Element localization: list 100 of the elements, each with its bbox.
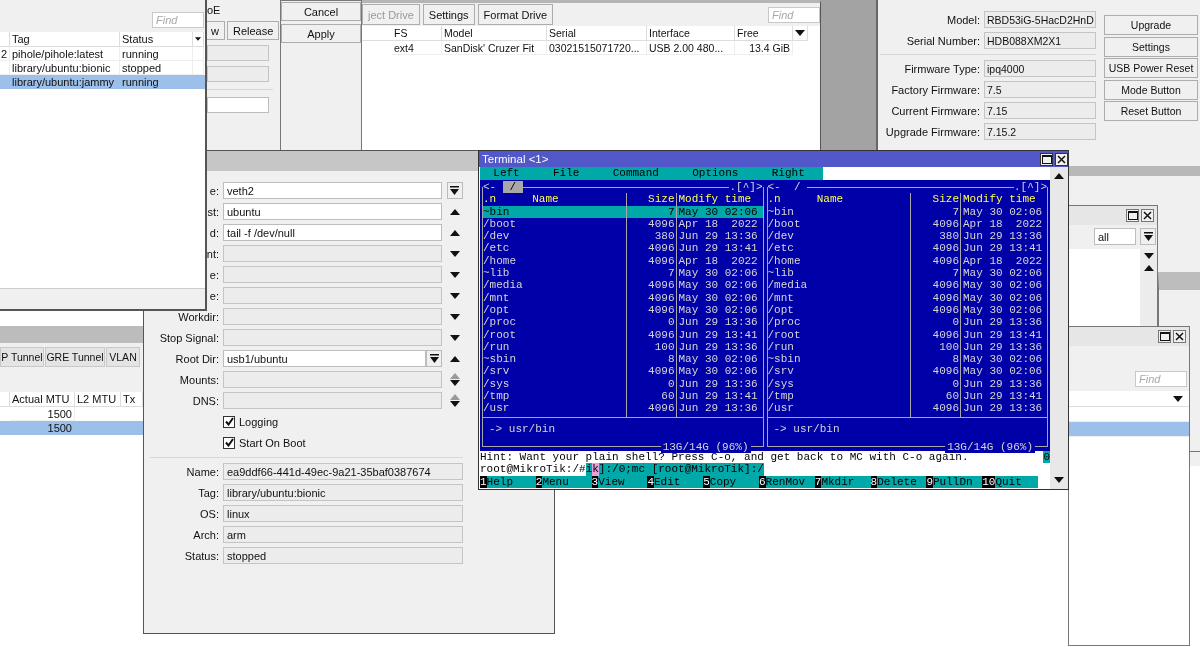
field-label: e:: [209, 268, 219, 281]
file-time: Apr 18 2022: [962, 254, 1044, 268]
disk-usage: 13G/14G (96%): [660, 440, 751, 453]
file-size: 4096: [911, 254, 961, 268]
file-time: Apr 18 2022: [677, 254, 759, 268]
panel-path: /: [502, 181, 523, 194]
file-size: 4096: [911, 365, 961, 378]
file-time: May 30 02:06: [677, 205, 759, 218]
field-label: Name:: [186, 465, 219, 478]
column-header: Modify time: [962, 193, 1037, 206]
field-label: Workdir:: [178, 310, 219, 323]
file-time: Jun 29 13:36: [677, 402, 759, 415]
window-title: Terminal <1>: [482, 153, 550, 165]
field-label: Upgrade Firmware:: [884, 125, 980, 138]
table-cell: 13.4 GiB: [735, 41, 793, 55]
field-label: Mounts:: [179, 373, 219, 386]
table-cell: 1500: [10, 421, 75, 435]
file-size: 380: [911, 230, 961, 243]
field-label: Firmware Type:: [903, 62, 980, 75]
file-size: 8: [626, 353, 677, 366]
table-cell: pihole/pihole:latest: [10, 47, 120, 61]
prompt-text: ]:/0;mc [root@MikroTik]:/: [598, 463, 764, 476]
file-size: 4096: [626, 402, 677, 415]
file-size: 4096: [626, 291, 677, 304]
field-label: Serial Number:: [905, 34, 980, 47]
file-size: 4096: [626, 217, 677, 231]
file-time: Apr 18 2022: [677, 217, 759, 231]
file-time: May 30 02:06: [677, 353, 759, 366]
table-cell: 2: [0, 47, 10, 61]
column-header: Size: [626, 193, 677, 206]
field-label: Tag:: [198, 486, 219, 499]
file-size: 0: [626, 316, 677, 329]
file-time: May 30 02:06: [962, 291, 1044, 304]
table-cell: SanDisk' Cruzer Fit: [442, 41, 547, 55]
file-size: 4096: [626, 279, 677, 292]
file-time: May 30 02:06: [962, 267, 1044, 280]
prompt-text: i: [585, 463, 593, 476]
file-time: Jun 29 13:36: [962, 402, 1044, 415]
table-cell: running: [120, 75, 193, 89]
file-size: 4096: [911, 402, 961, 415]
prompt-text: root@MikroTik:/#: [480, 463, 586, 476]
file-time: May 30 02:06: [962, 353, 1044, 366]
file-size: 7: [626, 267, 677, 280]
file-time: Jun 29 13:36: [677, 316, 759, 329]
field-label: Root Dir:: [175, 352, 219, 365]
file-time: May 30 02:06: [677, 303, 759, 317]
file-size: 0: [911, 316, 961, 329]
file-size: 4096: [626, 365, 677, 378]
table-cell: library/ubuntu:jammy: [10, 75, 120, 89]
link-target: -> usr/bin: [767, 416, 1047, 441]
file-time: May 30 02:06: [962, 205, 1044, 218]
link-target: -> usr/bin: [483, 416, 763, 441]
file-time: Jun 29 13:41: [962, 328, 1044, 341]
table-cell: 03021515071720...: [547, 41, 647, 55]
field-label: e:: [209, 184, 219, 197]
file-time: May 30 02:06: [962, 279, 1044, 292]
file-time: Jun 29 13:41: [677, 390, 759, 403]
hint-text: Hint: Want your plain shell? Press C-o, and get back to MC with C-o again.: [480, 451, 969, 464]
file-time: May 30 02:06: [677, 291, 759, 304]
table-cell: ext4: [392, 41, 442, 55]
file-size: 4096: [626, 242, 677, 255]
column-header: Modify time: [677, 193, 753, 206]
table-cell: running: [120, 47, 193, 61]
disk-usage: 13G/14G (96%): [945, 440, 1035, 453]
field-label: Current Firmware:: [890, 104, 980, 117]
file-time: Jun 29 13:41: [677, 242, 759, 255]
file-time: Jun 29 13:41: [677, 328, 759, 341]
file-size: 60: [911, 390, 961, 403]
file-size: 380: [626, 230, 677, 243]
file-size: 7: [911, 267, 961, 280]
file-size: 7: [911, 205, 961, 218]
field-label: d:: [209, 226, 219, 239]
field-label: Model:: [945, 13, 980, 26]
file-size: 100: [626, 340, 677, 354]
field-label: Factory Firmware:: [890, 83, 980, 96]
file-size: 7: [626, 205, 677, 218]
file-size: 4096: [911, 242, 961, 255]
column-header: Name: [816, 193, 844, 206]
field-label: OS:: [200, 507, 219, 520]
field-label: st:: [207, 205, 219, 218]
file-time: Apr 18 2022: [962, 217, 1044, 231]
file-size: 100: [911, 340, 961, 354]
file-time: May 30 02:06: [962, 303, 1044, 317]
section-label: oE: [207, 4, 222, 16]
field-label: e:: [209, 289, 219, 302]
file-size: 4096: [626, 328, 677, 341]
file-size: 4096: [911, 279, 961, 292]
field-label: Status:: [184, 549, 219, 562]
table-cell: USB 2.00 480...: [647, 41, 735, 55]
file-time: Jun 29 13:36: [962, 377, 1044, 391]
prompt-text: k: [592, 463, 599, 476]
checkbox-label: Start On Boot: [239, 436, 306, 449]
file-size: 4096: [911, 303, 961, 317]
field-label: Arch:: [193, 528, 219, 541]
field-label: Stop Signal:: [159, 331, 219, 344]
file-size: 4096: [911, 291, 961, 304]
file-size: 4096: [626, 254, 677, 268]
file-time: Jun 29 13:41: [962, 390, 1044, 403]
file-size: 60: [626, 390, 677, 403]
file-time: Jun 29 13:36: [677, 340, 759, 354]
